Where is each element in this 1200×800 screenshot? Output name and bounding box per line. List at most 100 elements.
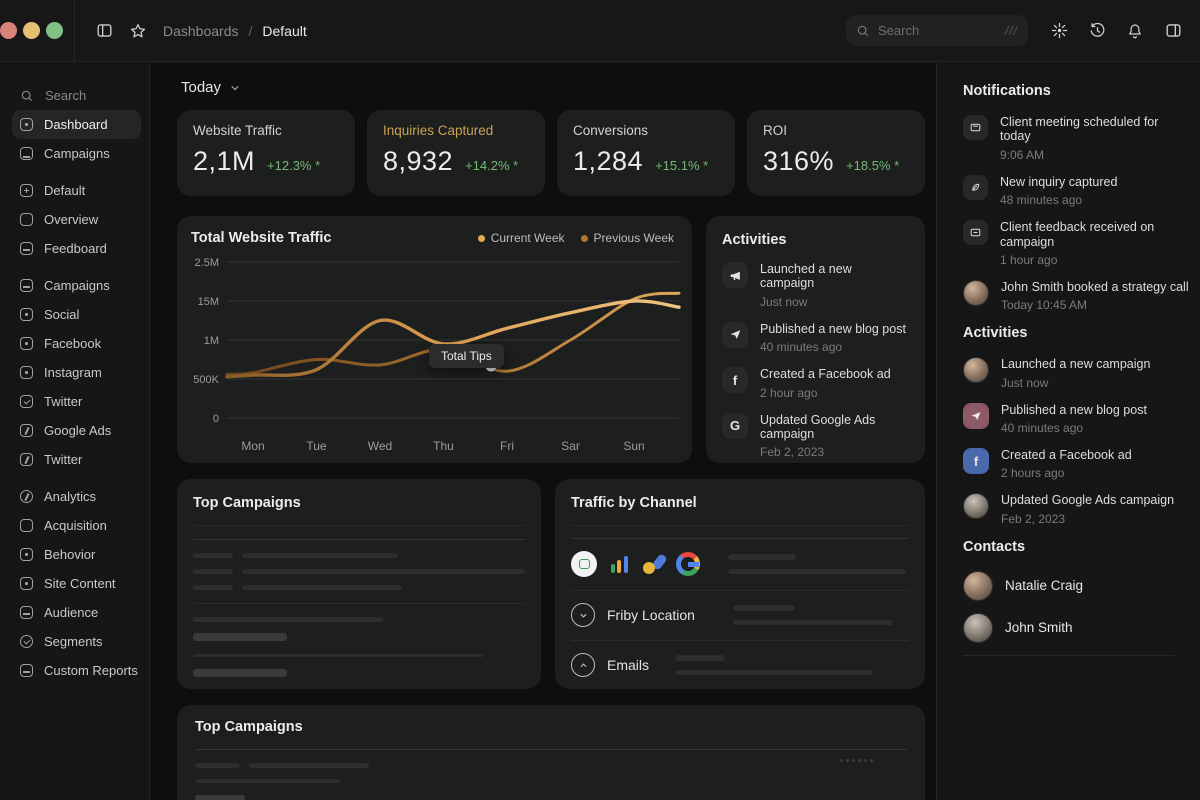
kpi-title: Website Traffic [193, 123, 282, 138]
svg-text:Mon: Mon [241, 439, 264, 453]
window-zoom-button[interactable] [46, 22, 63, 39]
right-panel: Notifications Client meeting scheduled f… [936, 63, 1200, 800]
google-photos-icon[interactable] [571, 551, 597, 577]
legend-current-week[interactable]: Current Week [477, 231, 565, 245]
sidebar-item-site-content[interactable]: Site Content [12, 569, 141, 598]
legend-previous-week[interactable]: Previous Week [580, 231, 674, 245]
notification-item[interactable]: Client meeting scheduled for today 9:06 … [963, 115, 1192, 162]
social-icon [20, 308, 33, 321]
google-ads-icon[interactable] [641, 551, 668, 577]
sidebar-item-dashboard[interactable]: Dashboard [12, 110, 141, 139]
custom-reports-icon [20, 664, 33, 677]
activity-item[interactable]: Updated Google Ads campaign Feb 2, 2023 [963, 493, 1192, 526]
activity-item[interactable]: Launched a new campaign Just now [722, 262, 909, 309]
sidebar-item-analytics[interactable]: Analytics [12, 482, 141, 511]
svg-text:Fri: Fri [500, 439, 514, 453]
breadcrumb-section[interactable]: Dashboards [163, 23, 239, 39]
divider [571, 640, 909, 641]
paper-plane-icon [963, 402, 989, 429]
skeleton-bar [242, 585, 402, 590]
kpi-row: Website Traffic 2,1M +12.3% * Inquiries … [177, 110, 925, 196]
sidebar-item-acquisition[interactable]: Acquisition [12, 511, 141, 540]
sidebar-item-behovior[interactable]: Behovior [12, 540, 141, 569]
kpi-card-conversions: Conversions 1,284 +15.1% * [557, 110, 735, 196]
svg-text:Sar: Sar [561, 439, 580, 453]
sidebar-item-overview[interactable]: Overview [12, 205, 141, 234]
feedback-panel-icon [963, 220, 988, 246]
activity-item[interactable]: f Created a Facebook ad 2 hour ago [722, 367, 909, 400]
traffic-by-channel-title: Traffic by Channel [571, 495, 697, 511]
sidebar-item-campaigns[interactable]: Campaigns [12, 139, 141, 168]
window-minimize-button[interactable] [23, 22, 40, 39]
activity-item[interactable]: G Updated Google Ads campaign Feb 2, 202… [722, 412, 909, 459]
bottom-campaigns-card: Top Campaigns [177, 705, 925, 800]
history-icon[interactable] [1080, 14, 1114, 48]
svg-text:Sun: Sun [623, 439, 644, 453]
sidebar-item-campaigns-2[interactable]: Campaigns [12, 271, 141, 300]
period-selector[interactable]: Today [177, 79, 925, 96]
kpi-value: 8,932 [383, 146, 454, 176]
window-close-button[interactable] [0, 22, 17, 39]
skeleton-bar [193, 585, 233, 590]
right-panel-toggle-icon[interactable] [1156, 14, 1190, 48]
notification-item[interactable]: New inquiry captured 48 minutes ago [963, 174, 1192, 207]
sidebar-item-default[interactable]: Default [12, 176, 141, 205]
behavior-icon [20, 548, 33, 561]
left-sidebar: Search Dashboard Campaigns Default Overv… [0, 63, 150, 800]
notification-item[interactable]: Client feedback received on campaign 1 h… [963, 220, 1192, 267]
sidebar-item-custom-reports[interactable]: Custom Reports [12, 656, 141, 685]
favorite-star-icon[interactable] [121, 14, 155, 48]
traffic-by-channel-card: Traffic by Channel Friby Location Emails [555, 479, 925, 689]
activity-item[interactable]: f Created a Facebook ad 2 hours ago [963, 448, 1192, 480]
global-search[interactable]: /// [846, 15, 1028, 46]
avatar [963, 612, 993, 643]
kpi-title: ROI [763, 123, 788, 138]
activity-item[interactable]: Published a new blog post 40 minutes ago [963, 402, 1192, 435]
arrow-circle-icon [571, 653, 595, 677]
kpi-delta: +14.2% * [465, 158, 519, 173]
sidebar-item-segments[interactable]: Segments [12, 627, 141, 656]
sidebar-search[interactable]: Search [12, 81, 141, 110]
kpi-card-roi: ROI 316% +18.5% * [747, 110, 925, 196]
activities-card: Activities Launched a new campaign Just … [706, 216, 925, 463]
sidebar-item-google-ads[interactable]: Google Ads [12, 416, 141, 445]
contact-item[interactable]: Natalie Craig [963, 570, 1192, 601]
skeleton-bar [193, 569, 233, 574]
chart-tooltip: Total Tips [429, 344, 504, 368]
chart-legend: Current Week Previous Week [477, 231, 674, 245]
divider [571, 525, 909, 526]
clock-circle-icon [571, 603, 595, 627]
sidebar-item-twitter-2[interactable]: Twitter [12, 445, 141, 474]
facebook-icon [20, 337, 33, 350]
sidebar-item-audience[interactable]: Audience [12, 598, 141, 627]
top-bar: Dashboards / Default /// [0, 0, 1200, 62]
kpi-delta: +12.3% * [267, 158, 321, 173]
notifications-bell-icon[interactable] [1118, 14, 1152, 48]
search-input[interactable] [878, 23, 997, 38]
breadcrumb-page[interactable]: Default [262, 23, 306, 39]
activity-item[interactable]: Launched a new campaign Just now [963, 357, 1192, 390]
google-analytics-icon[interactable] [606, 555, 632, 573]
avatar [963, 493, 989, 520]
divider [193, 603, 525, 604]
sidebar-item-feedboard[interactable]: Feedboard [12, 234, 141, 263]
svg-text:0: 0 [213, 413, 219, 425]
skeleton-bar [193, 654, 483, 657]
activity-item[interactable]: Published a new blog post 40 minutes ago [722, 321, 909, 354]
dashboard-icon [20, 118, 33, 131]
chevron-down-icon [231, 85, 239, 90]
google-g-icon[interactable] [676, 552, 700, 576]
bottom-campaigns-title: Top Campaigns [195, 719, 303, 735]
sidebar-item-social[interactable]: Social [12, 300, 141, 329]
campaigns-icon [20, 147, 33, 160]
contact-item[interactable]: John Smith [963, 612, 1192, 643]
sidebar-item-instagram[interactable]: Instagram [12, 358, 141, 387]
sidebar-item-facebook[interactable]: Facebook [12, 329, 141, 358]
sidebar-item-twitter[interactable]: Twitter [12, 387, 141, 416]
kpi-value: 2,1M [193, 146, 256, 176]
sidebar-toggle-icon[interactable] [87, 14, 121, 48]
kpi-card-website-traffic: Website Traffic 2,1M +12.3% * [177, 110, 355, 196]
top-campaigns-card: Top Campaigns [177, 479, 541, 689]
notification-item[interactable]: John Smith booked a strategy call Today … [963, 279, 1192, 312]
theme-toggle-icon[interactable] [1042, 14, 1076, 48]
